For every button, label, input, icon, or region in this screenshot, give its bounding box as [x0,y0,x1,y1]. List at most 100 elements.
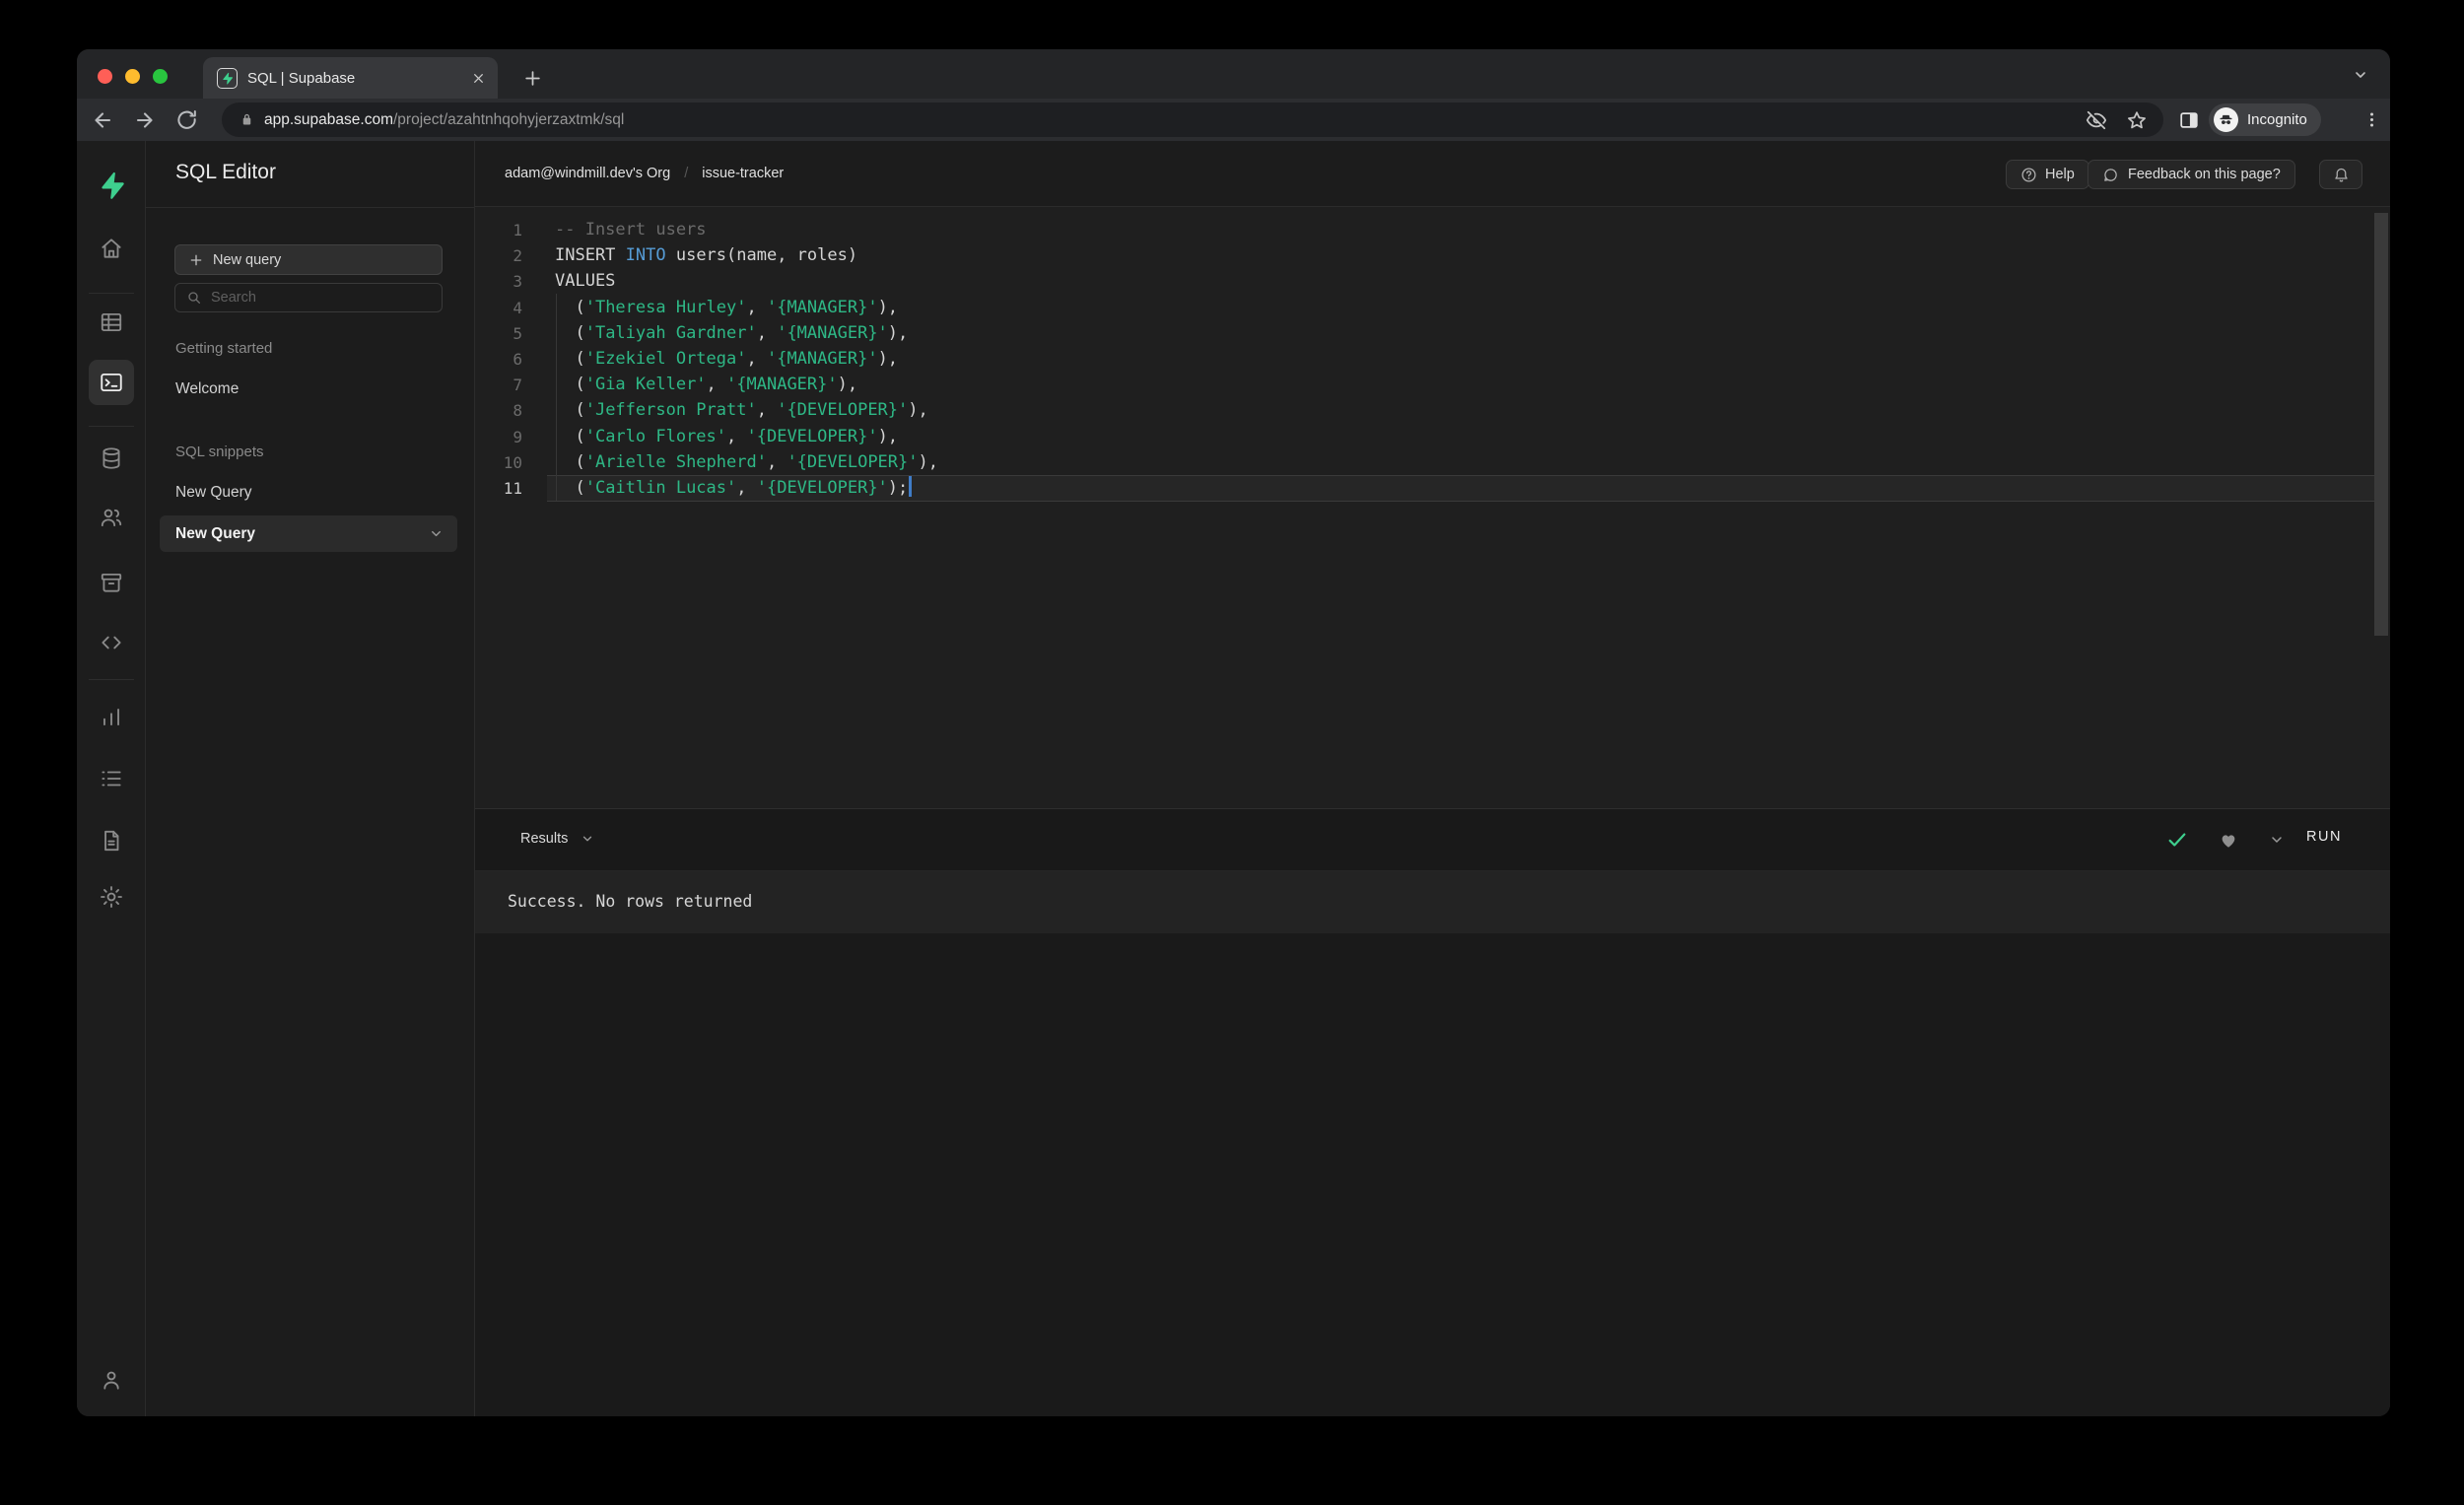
auth-users-icon [99,505,124,530]
section-label-sql-snippets: SQL snippets [175,444,264,460]
line-number: 1 [513,221,522,239]
help-button[interactable]: Help [2006,160,2089,189]
rail-item-settings[interactable] [99,884,124,910]
code-line-10: ('Arielle Shepherd', '{DEVELOPER}'), [555,449,938,476]
rail-item-logs[interactable] [99,766,124,791]
rail-item-home[interactable] [99,236,124,261]
supabase-logo-icon [97,171,126,200]
rail-item-storage[interactable] [99,570,124,595]
code-token: ( [555,478,585,498]
home-icon [99,236,124,261]
results-label: Results [520,831,569,847]
code-token: ( [555,322,585,343]
code-line-11: ('Caitlin Lucas', '{DEVELOPER}'); [555,475,912,502]
maximize-window-button[interactable] [153,69,168,84]
sidebar-item-new-query[interactable]: New Query [175,484,252,502]
rail-item-auth-users[interactable] [99,505,124,530]
code-token: ( [555,375,585,395]
api-docs-icon [99,828,124,854]
sidebar-item-new-query-selected[interactable]: New Query [160,515,457,552]
code-token: , [746,297,767,317]
browser-tab[interactable]: SQL | Supabase [203,57,498,99]
code-token: 'Caitlin Lucas' [584,478,737,498]
success-check-icon [2166,829,2188,855]
rail-item-table-editor[interactable] [99,309,124,335]
rail-item-reports[interactable] [99,704,124,729]
navigation-rail [77,141,146,1416]
code-token: ), [908,400,928,421]
text-cursor [909,476,912,497]
code-token: '{MANAGER}' [777,322,888,343]
side-panel-icon[interactable] [2176,107,2202,133]
code-token: , [756,322,778,343]
sidebar-divider [146,207,474,208]
notifications-button[interactable] [2319,160,2362,189]
rail-item-database[interactable] [99,445,124,471]
scrollbar-thumb[interactable] [2374,213,2388,636]
code-token: , [766,451,787,472]
code-token: , [736,478,757,498]
rail-item-api-docs[interactable] [99,828,124,854]
run-button[interactable]: RUN [2306,829,2342,845]
code-token: , [756,400,778,421]
code-line-2: INSERT INTO users(name, roles) [555,242,857,269]
incognito-avatar-icon [2214,107,2238,132]
code-line-7: ('Gia Keller', '{MANAGER}'), [555,372,857,398]
back-button[interactable] [89,106,115,133]
new-tab-button[interactable] [518,64,546,92]
code-token: ), [837,375,858,395]
reload-button[interactable] [173,106,200,133]
breadcrumb: adam@windmill.dev's Org / issue-tracker [505,166,784,181]
results-dropdown[interactable]: Results [520,831,594,847]
line-number: 9 [513,427,522,446]
sql-code-editor[interactable]: 1 -- Insert users 2 INSERT INTO users(name,… [475,207,2390,808]
rail-item-edge-functions[interactable] [99,630,124,655]
favorite-heart-icon[interactable] [2218,829,2239,855]
bookmark-star-icon[interactable] [2123,106,2150,133]
browser-menu-icon[interactable] [2359,106,2384,133]
line-number: 5 [513,323,522,343]
main-panel: adam@windmill.dev's Org / issue-tracker … [475,141,2390,1416]
sidebar-item-welcome[interactable]: Welcome [175,380,239,398]
tab-close-icon[interactable] [468,68,488,88]
code-token: 'Theresa Hurley' [584,297,747,317]
code-token: '{DEVELOPER}' [746,426,878,446]
bell-icon [2333,167,2350,183]
code-token: ( [555,297,585,317]
forward-button[interactable] [131,106,158,133]
sql-editor-sidebar: SQL Editor New query Search Getting star… [146,141,475,1416]
code-token: VALUES [555,271,616,292]
search-input[interactable]: Search [174,283,443,312]
rail-divider [89,426,134,427]
tab-search-chevron-icon[interactable] [2353,67,2368,88]
code-token: 'Arielle Shepherd' [584,451,767,472]
eye-off-icon[interactable] [2083,106,2109,133]
run-options-chevron-icon[interactable] [2269,832,2285,853]
feedback-button[interactable]: Feedback on this page? [2088,160,2295,189]
rail-item-sql-editor[interactable] [89,360,134,405]
incognito-badge[interactable]: Incognito [2209,103,2321,136]
database-icon [99,445,124,471]
page-title: SQL Editor [175,161,276,183]
new-query-button-label: New query [213,251,282,268]
code-token: users(name, roles) [665,245,858,266]
url-domain: app.supabase.com [264,110,393,128]
code-token: '{DEVELOPER}' [756,478,888,498]
chevron-down-icon[interactable] [429,526,444,541]
code-token: ), [887,322,909,343]
code-line-5: ('Taliyah Gardner', '{MANAGER}'), [555,320,908,347]
section-label-getting-started: Getting started [175,340,273,357]
breadcrumb-project[interactable]: issue-tracker [702,166,784,181]
close-window-button[interactable] [98,69,112,84]
url-bar[interactable]: app.supabase.com/project/azahtnhqohyjerz… [222,103,2163,137]
rail-item-account[interactable] [99,1367,124,1393]
new-query-button[interactable]: New query [174,244,443,275]
breadcrumb-org[interactable]: adam@windmill.dev's Org [505,166,670,181]
minimize-window-button[interactable] [125,69,140,84]
code-line-9: ('Carlo Flores', '{DEVELOPER}'), [555,424,898,450]
code-token: INSERT [555,245,626,266]
code-line-1: -- Insert users [555,217,707,243]
code-token: '{DEVELOPER}' [787,451,919,472]
supabase-logo[interactable] [97,171,126,200]
main-header: adam@windmill.dev's Org / issue-tracker … [475,141,2390,207]
